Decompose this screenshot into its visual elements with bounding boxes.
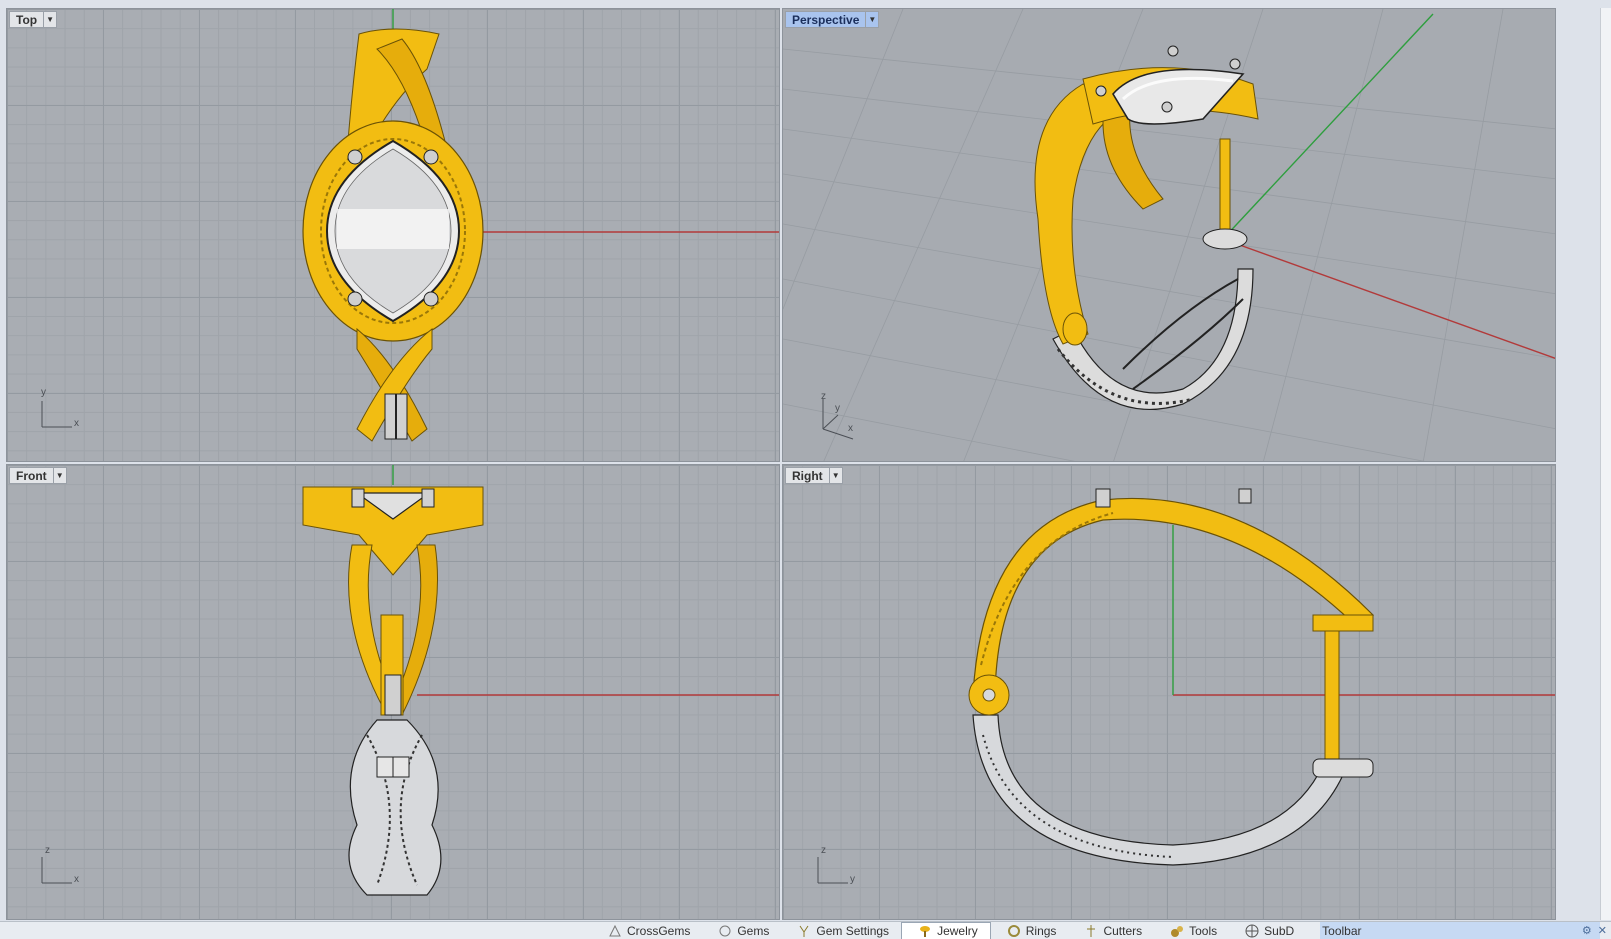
viewport-label: Top — [16, 12, 38, 27]
viewport-tab-front[interactable]: Front ▼ — [9, 467, 67, 484]
close-icon[interactable]: ✕ — [1598, 924, 1607, 937]
front-view-model — [302, 465, 779, 896]
subd-icon — [1245, 924, 1259, 938]
ring-icon — [1007, 924, 1021, 938]
viewport-label: Right — [792, 468, 823, 483]
side-panel-edge[interactable] — [1600, 8, 1611, 920]
chevron-down-icon[interactable]: ▼ — [828, 468, 842, 483]
axis-label-x: x — [848, 423, 853, 434]
viewport-top[interactable]: Top ▼ y x — [6, 8, 780, 462]
chevron-down-icon[interactable]: ▼ — [865, 12, 878, 27]
viewport-front[interactable]: Front ▼ z x — [6, 464, 780, 920]
viewport-label: Perspective — [792, 12, 860, 27]
viewport-tab-perspective[interactable]: Perspective ▼ — [785, 11, 880, 28]
right-view-model — [968, 488, 1555, 866]
crossgems-icon — [608, 924, 622, 938]
viewport-right[interactable]: Right ▼ z y — [782, 464, 1556, 920]
tab-cutters[interactable]: Cutters — [1068, 922, 1154, 939]
chevron-down-icon[interactable]: ▼ — [52, 468, 66, 483]
gear-icon[interactable]: ⚙ — [1582, 924, 1592, 937]
viewport-perspective[interactable]: Perspective ▼ z y x — [782, 8, 1556, 462]
tab-gems[interactable]: Gems — [702, 922, 781, 939]
cutter-icon — [1084, 924, 1098, 938]
tools-icon — [1170, 924, 1184, 938]
axis-label-y: y — [850, 874, 855, 885]
tab-toolbar[interactable]: Toolbar — [1306, 922, 1373, 939]
jewelry-icon — [918, 924, 932, 938]
tab-crossgems[interactable]: CrossGems — [592, 922, 702, 939]
tab-jewelry[interactable]: Jewelry — [901, 922, 991, 939]
viewport-tab-top[interactable]: Top ▼ — [9, 11, 58, 28]
top-view-model — [302, 9, 779, 442]
tab-subd[interactable]: SubD — [1229, 922, 1306, 939]
tab-gem-settings[interactable]: Gem Settings — [781, 922, 901, 939]
gem-icon — [718, 924, 732, 938]
toolbar-tabs: CrossGems Gems Gem Settings Jewelry Ring… — [592, 922, 1374, 939]
axis-label-x: x — [74, 418, 79, 429]
rhino-window: Top ▼ y x Perspective ▼ z y x Front ▼ z … — [0, 0, 1611, 939]
axis-label-x: x — [74, 874, 79, 885]
viewport-tab-right[interactable]: Right ▼ — [785, 467, 843, 484]
prong-icon — [797, 924, 811, 938]
axis-label-z: z — [821, 845, 826, 856]
axis-label-z: z — [45, 845, 50, 856]
chevron-down-icon[interactable]: ▼ — [43, 12, 56, 27]
axis-label-y: y — [835, 403, 840, 414]
tab-tools[interactable]: Tools — [1154, 922, 1229, 939]
axis-label-z: z — [821, 391, 826, 402]
perspective-view-model — [783, 9, 1555, 461]
tab-rings[interactable]: Rings — [991, 922, 1069, 939]
axis-indicator: y — [41, 387, 46, 398]
panel-controls: ⚙ ✕ — [1582, 924, 1607, 937]
viewport-label: Front — [16, 468, 47, 483]
